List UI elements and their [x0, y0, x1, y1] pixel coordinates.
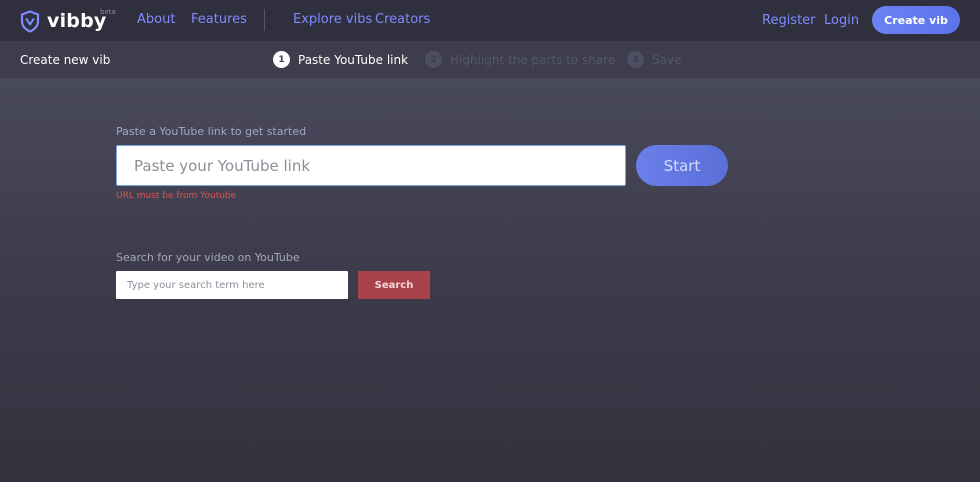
nav-divider	[264, 9, 265, 31]
beta-badge: beta	[100, 8, 116, 16]
logo-wordmark: vibby	[47, 10, 107, 32]
start-button[interactable]: Start	[636, 145, 728, 186]
youtube-link-input[interactable]	[116, 145, 626, 186]
page-title: Create new vib	[20, 53, 111, 67]
step-2: 2 Highlight the parts to share	[425, 51, 615, 68]
top-navbar: vibby beta About Features Explore vibs C…	[0, 0, 980, 41]
register-link[interactable]: Register	[762, 13, 816, 28]
step-number-badge: 3	[627, 51, 644, 68]
steps-bar: Create new vib 1 Paste YouTube link 2 Hi…	[0, 41, 980, 78]
step-3: 3 Save	[627, 51, 681, 68]
step-label: Highlight the parts to share	[450, 52, 616, 67]
url-error-message: URL must be from Youtube	[116, 191, 237, 201]
step-label: Save	[652, 52, 682, 67]
youtube-search-input[interactable]	[116, 271, 348, 299]
youtube-search-label: Search for your video on YouTube	[116, 251, 300, 264]
step-label: Paste YouTube link	[298, 52, 409, 67]
search-button[interactable]: Search	[358, 271, 430, 299]
nav-explore-vibs-link[interactable]: Explore vibs	[293, 12, 372, 27]
shield-logo-icon	[20, 9, 40, 33]
login-link[interactable]: Login	[824, 13, 859, 28]
create-vib-button[interactable]: Create vib	[872, 6, 960, 34]
vibby-logo[interactable]: vibby beta	[20, 8, 116, 34]
nav-creators-link[interactable]: Creators	[375, 12, 430, 27]
step-number-badge: 2	[425, 51, 442, 68]
nav-features-link[interactable]: Features	[191, 12, 247, 27]
step-number-badge: 1	[273, 51, 290, 68]
nav-about-link[interactable]: About	[137, 12, 175, 27]
youtube-link-label: Paste a YouTube link to get started	[116, 125, 307, 138]
step-1: 1 Paste YouTube link	[273, 51, 408, 68]
